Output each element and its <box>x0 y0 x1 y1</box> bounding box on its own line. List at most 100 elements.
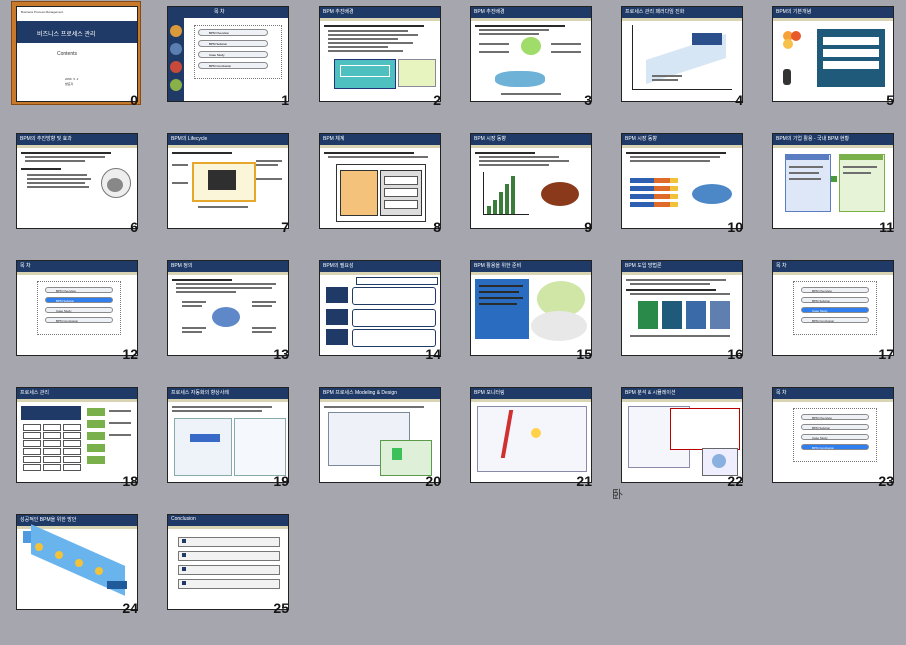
slide-thumbnail-0[interactable]: Business Process Management 비즈니스 프로세스 관리 C… <box>2 1 152 108</box>
chart-axis <box>483 214 529 215</box>
stacked-bar <box>630 202 654 207</box>
slide-preview[interactable]: BPM의 기업 활용 - 국내 BPM 현황 <box>772 133 894 229</box>
slide-preview[interactable]: BPM의 Lifecycle <box>167 133 289 229</box>
header-band <box>471 272 591 275</box>
slide-number: 11 <box>879 219 894 235</box>
text-line <box>324 152 414 154</box>
slide-preview[interactable]: 목 차 BPM Overview BPM Solution Case Study BPM… <box>16 260 138 356</box>
slide-thumbnail-21[interactable]: BPM 모니터링 21 <box>456 385 606 489</box>
slide-thumbnail-2[interactable]: BPM 추진배경 2 <box>305 4 455 108</box>
chart-bar <box>493 200 497 214</box>
slide-title: BPM의 Lifecycle <box>171 136 208 142</box>
slide-thumbnail-14[interactable]: BPM의 필요성 14 <box>305 258 455 362</box>
concept-circle <box>791 31 801 41</box>
slide-thumbnail-17[interactable]: 목 차 BPM Overview BPM Solution Case Study BPM… <box>758 258 906 362</box>
toc-item: BPM Overview <box>801 414 869 420</box>
text-line <box>551 51 581 53</box>
process-cell <box>23 456 41 463</box>
slide-thumbnail-9[interactable]: BPM 시장 동향 9 <box>456 131 606 235</box>
slide-thumbnail-22[interactable]: BPM 분석 & 시뮬레이션 22 <box>607 385 757 489</box>
need-label <box>326 329 348 345</box>
slide-thumbnail-24[interactable]: 성공적인 BPM을 위한 방안 24 <box>2 512 152 616</box>
slide-preview[interactable]: 프로세스 관리 패러다임 진화 <box>621 6 743 102</box>
slide-thumbnail-8[interactable]: BPM 체계 8 <box>305 131 455 235</box>
x-axis <box>632 89 732 90</box>
toc-item: Case Study <box>198 51 268 58</box>
slide-thumbnail-5[interactable]: BPM의 기본개념 5 <box>758 4 906 108</box>
slide-preview[interactable]: 성공적인 BPM을 위한 방안 <box>16 514 138 610</box>
slide-thumbnail-23[interactable]: 목 차 BPM Overview BPM Solution Case Study BPM… <box>758 385 906 489</box>
slide-thumbnail-1[interactable]: 목 차 BPM Overview BPM Solution Case Study BPM… <box>153 4 303 108</box>
slide-preview[interactable]: BPM 체계 <box>319 133 441 229</box>
text-line <box>109 434 131 436</box>
process-step <box>87 432 105 440</box>
diagram-note <box>398 59 436 87</box>
text-line <box>25 156 105 158</box>
slide-preview[interactable]: BPM 정의 <box>167 260 289 356</box>
y-axis <box>632 25 633 89</box>
text-line <box>789 178 821 180</box>
slide-thumbnail-6[interactable]: BPM의 추진방향 및 효과 6 <box>2 131 152 235</box>
prep-circle-b <box>531 311 587 341</box>
slide-preview[interactable]: 목 차 BPM Overview BPM Solution Case Study BPM… <box>167 6 289 102</box>
design-window <box>380 440 432 476</box>
slide-thumbnail-10[interactable]: BPM 시장 동향 10 <box>607 131 757 235</box>
slide-thumbnail-20[interactable]: BPM 프로세스 Modeling & Design 20 <box>305 385 455 489</box>
slide-preview[interactable]: Business Process Management 비즈니스 프로세스 관리 C… <box>16 6 138 102</box>
text-line <box>328 50 403 52</box>
slide-thumbnail-12[interactable]: 목 차 BPM Overview BPM Solution Case Study BPM… <box>2 258 152 362</box>
slide-preview[interactable]: BPM 시장 동향 <box>621 133 743 229</box>
slide-preview[interactable]: 목 차 BPM Overview BPM Solution Case Study BPM… <box>772 387 894 483</box>
slide-thumbnail-18[interactable]: 프로세스 관리 18 <box>2 385 152 489</box>
text-line <box>652 75 682 77</box>
need-label <box>326 309 348 325</box>
text-line <box>479 29 549 31</box>
slide-thumbnail-19[interactable]: 프로세스 자동화의 향상사례 19 <box>153 385 303 489</box>
slide-preview[interactable]: BPM 도입 방법론 <box>621 260 743 356</box>
slide-preview[interactable]: BPM 활용을 위한 준비 <box>470 260 592 356</box>
process-cell <box>43 456 61 463</box>
process-cell <box>43 448 61 455</box>
slide-preview[interactable]: 프로세스 자동화의 향상사례 <box>167 387 289 483</box>
toc-item: BPM Solution <box>45 297 113 303</box>
slide-preview[interactable]: BPM 분석 & 시뮬레이션 <box>621 387 743 483</box>
slide-preview[interactable]: BPM의 기본개념 <box>772 6 894 102</box>
header-band <box>773 18 893 21</box>
slide-thumbnail-25[interactable]: Conclusion 25 <box>153 512 303 616</box>
text-line <box>630 160 710 162</box>
slide-thumbnail-11[interactable]: BPM의 기업 활용 - 국내 BPM 현황 11 <box>758 131 906 235</box>
slide-thumbnail-15[interactable]: BPM 활용을 위한 준비 15 <box>456 258 606 362</box>
process-step <box>87 456 105 464</box>
slide-preview[interactable]: BPM의 추진방향 및 효과 <box>16 133 138 229</box>
concept-row <box>823 49 879 57</box>
text-line <box>27 178 91 180</box>
slide-preview[interactable]: BPM 추진배경 <box>319 6 441 102</box>
need-box <box>352 329 436 347</box>
text-line <box>789 172 819 174</box>
slide-preview[interactable]: BPM 프로세스 Modeling & Design <box>319 387 441 483</box>
slide-preview[interactable]: BPM 모니터링 <box>470 387 592 483</box>
toc-header: 목 차 <box>184 7 288 18</box>
slide-preview[interactable]: BPM 추진배경 <box>470 6 592 102</box>
slide-thumbnail-16[interactable]: BPM 도입 방법론 16 <box>607 258 757 362</box>
milestone-dot <box>95 567 103 575</box>
slide-preview[interactable]: BPM 시장 동향 <box>470 133 592 229</box>
status-glyph: 卧 <box>612 489 623 501</box>
process-cell <box>23 440 41 447</box>
conclusion-item <box>178 551 280 561</box>
slide-preview[interactable]: 프로세스 관리 <box>16 387 138 483</box>
slide-thumbnail-13[interactable]: BPM 정의 13 <box>153 258 303 362</box>
conclusion-bullet <box>182 581 186 585</box>
process-cell <box>23 448 41 455</box>
slide-title: Conclusion <box>171 516 196 522</box>
slide-preview[interactable]: BPM의 필요성 <box>319 260 441 356</box>
slide-thumbnail-3[interactable]: BPM 추진배경 3 <box>456 4 606 108</box>
text-line <box>182 301 206 303</box>
process-step <box>87 444 105 452</box>
text-line <box>479 164 549 166</box>
slide-preview[interactable]: 목 차 BPM Overview BPM Solution Case Study BPM… <box>772 260 894 356</box>
slide-thumbnail-4[interactable]: 프로세스 관리 패러다임 진화 4 <box>607 4 757 108</box>
monitor-window <box>477 406 587 472</box>
slide-thumbnail-7[interactable]: BPM의 Lifecycle 7 <box>153 131 303 235</box>
slide-preview[interactable]: Conclusion <box>167 514 289 610</box>
